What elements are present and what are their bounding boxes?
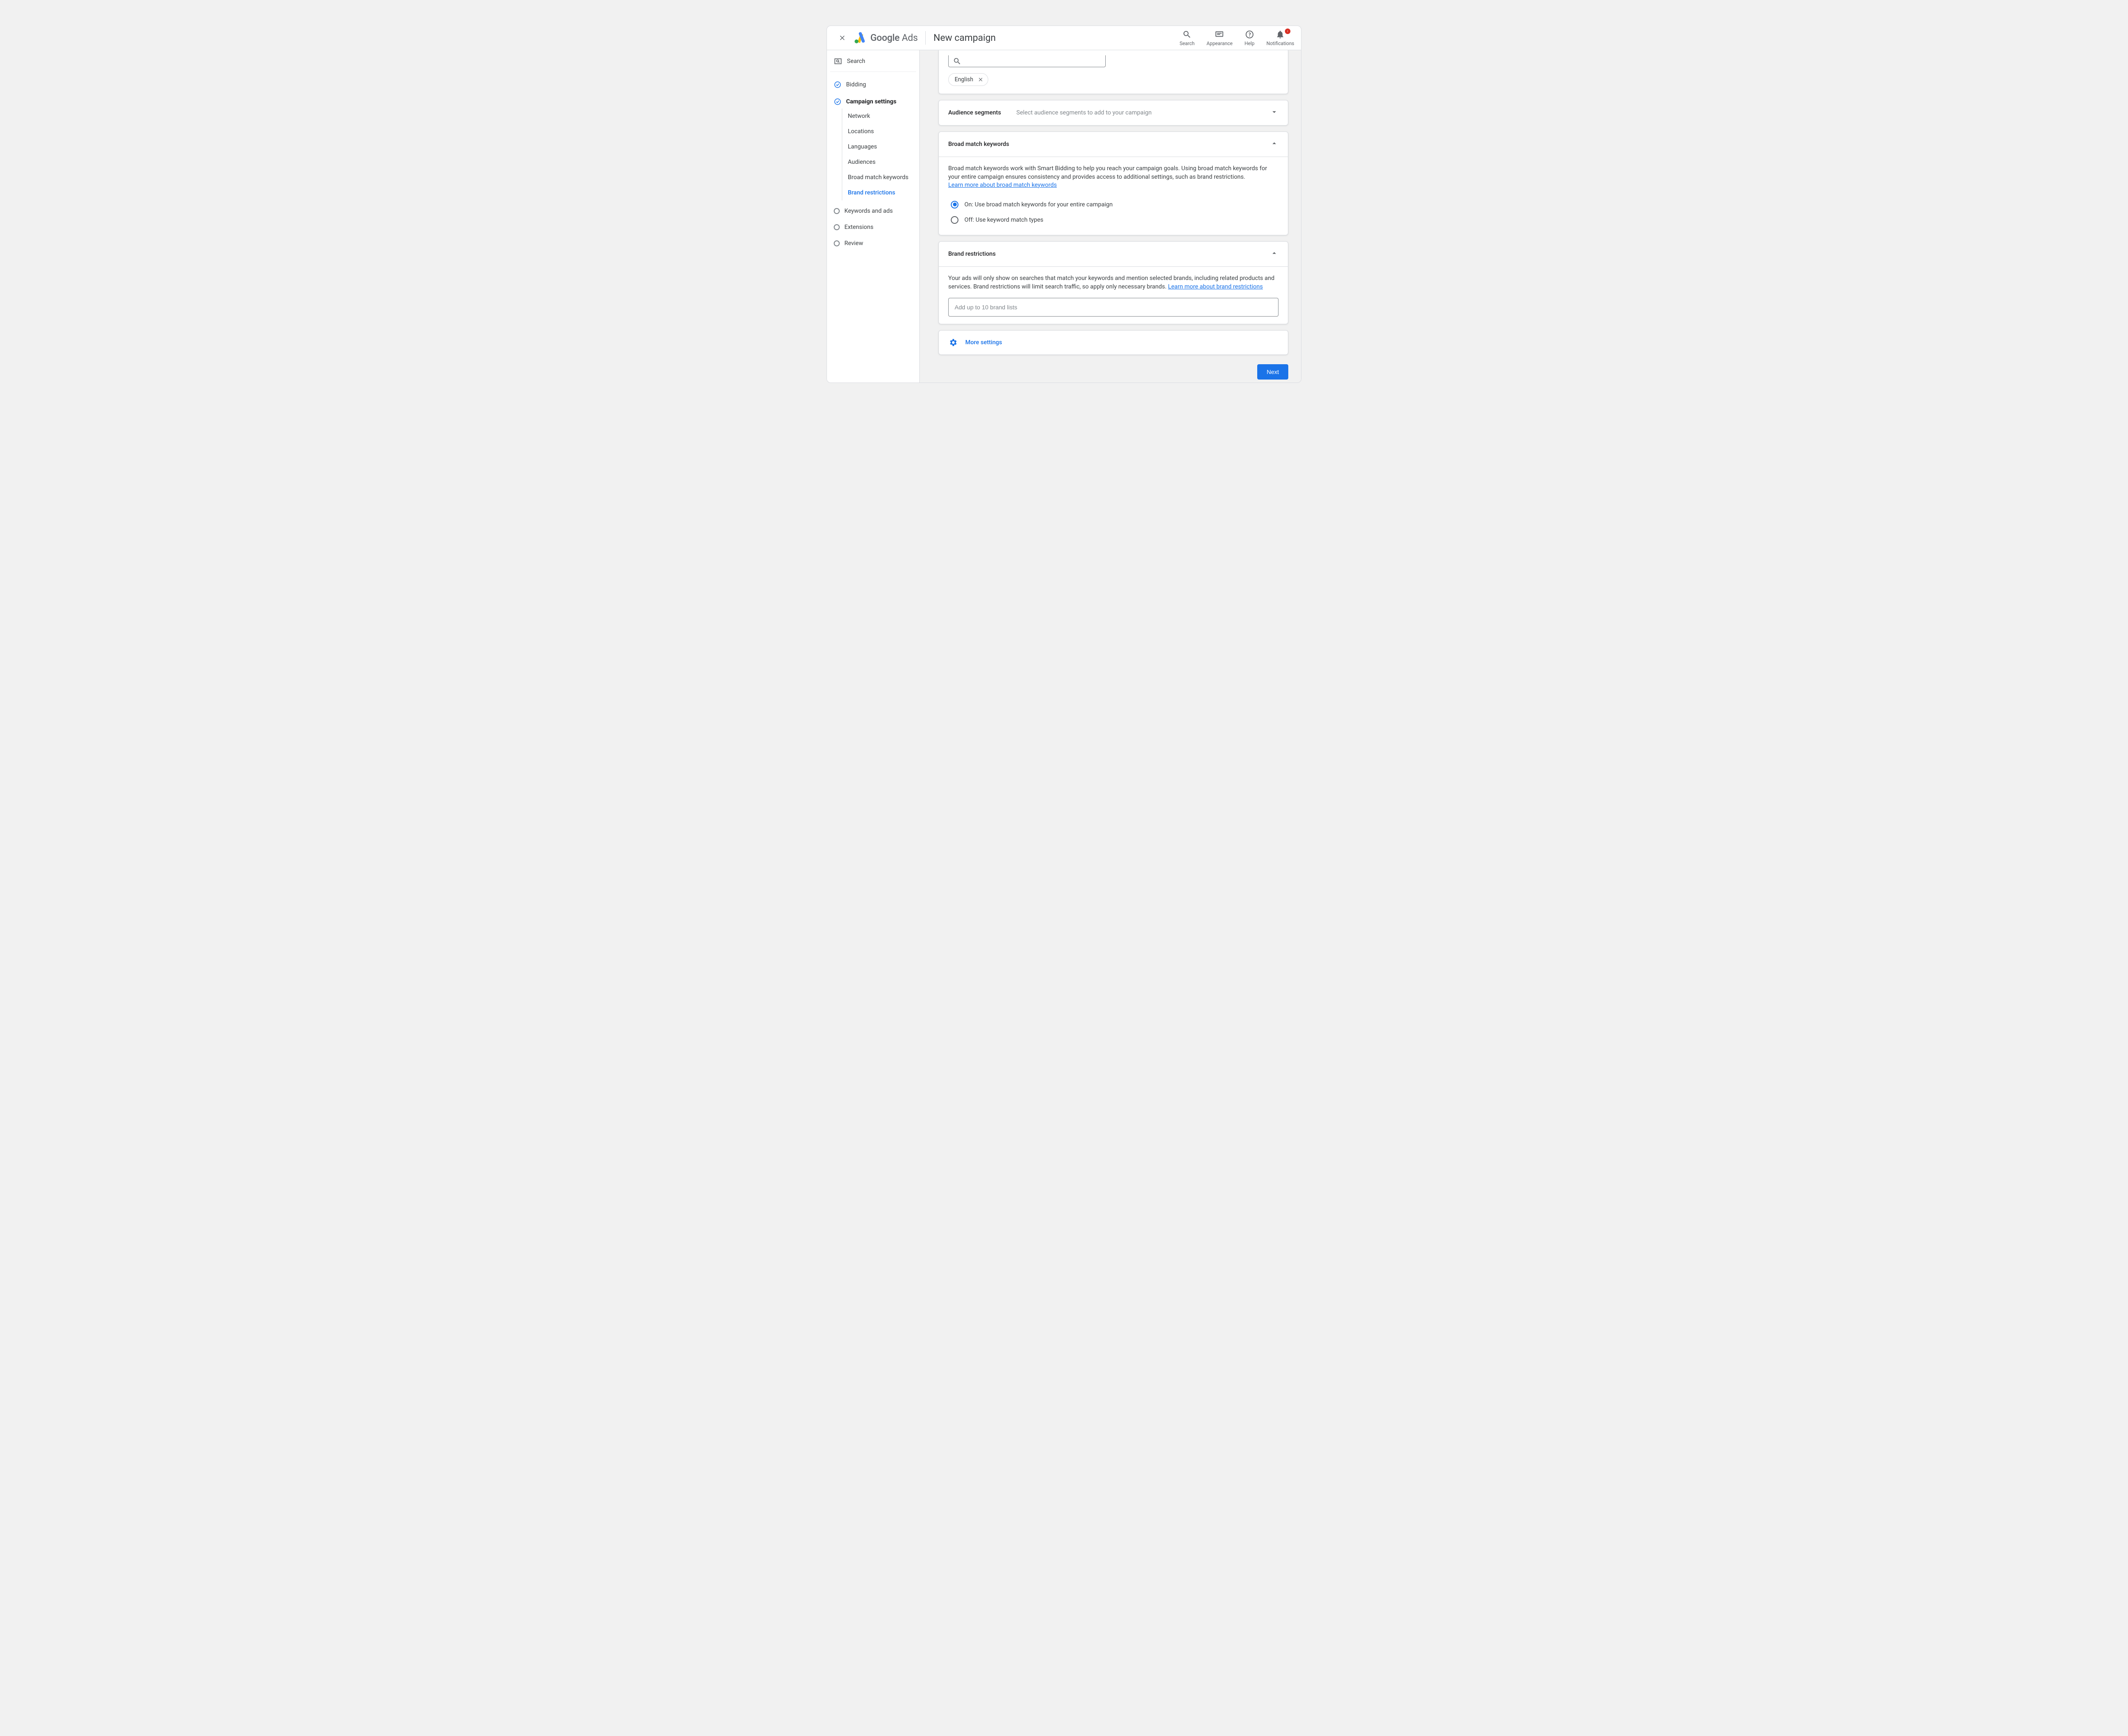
main-content[interactable]: English Audience segments Select audienc… bbox=[920, 50, 1301, 383]
chevron-up-icon bbox=[1270, 249, 1279, 259]
header-help-label: Help bbox=[1244, 40, 1255, 46]
radio-broad-match-off[interactable]: Off: Use keyword match types bbox=[948, 212, 1279, 228]
footer: Next bbox=[938, 364, 1288, 380]
subnav-brand-restrictions[interactable]: Brand restrictions bbox=[842, 185, 916, 200]
panel-title: Audience segments bbox=[948, 109, 1016, 116]
campaign-settings-subnav: Network Locations Languages Audiences Br… bbox=[842, 108, 916, 200]
empty-step-icon bbox=[834, 240, 840, 246]
chip-label: English bbox=[955, 76, 973, 83]
broad-match-panel: Broad match keywords Broad match keyword… bbox=[938, 131, 1288, 235]
more-settings-button[interactable]: More settings bbox=[939, 331, 1288, 354]
more-settings-panel: More settings bbox=[938, 330, 1288, 355]
header-notifications[interactable]: Notifications bbox=[1267, 30, 1294, 46]
broad-match-radio-group: On: Use broad match keywords for your en… bbox=[948, 197, 1279, 228]
language-chip-english[interactable]: English bbox=[948, 73, 988, 86]
page-title: New campaign bbox=[933, 33, 995, 43]
panel-title: Brand restrictions bbox=[948, 251, 1016, 257]
step-campaign-settings-label: Campaign settings bbox=[846, 98, 896, 105]
audience-segments-panel: Audience segments Select audience segmen… bbox=[938, 100, 1288, 126]
subnav-locations[interactable]: Locations bbox=[842, 124, 916, 139]
step-extensions-label: Extensions bbox=[844, 224, 873, 231]
help-icon bbox=[1245, 30, 1254, 39]
app-frame: Google Ads New campaign Search Appearanc… bbox=[827, 26, 1301, 383]
audience-segments-header[interactable]: Audience segments Select audience segmen… bbox=[939, 100, 1288, 125]
empty-step-icon bbox=[834, 224, 840, 230]
header-divider bbox=[925, 31, 926, 45]
subnav-audiences[interactable]: Audiences bbox=[842, 154, 916, 170]
step-keywords-ads[interactable]: Keywords and ads bbox=[830, 203, 916, 219]
close-icon[interactable] bbox=[978, 77, 984, 83]
brand-restrictions-panel: Brand restrictions Your ads will only sh… bbox=[938, 241, 1288, 325]
broad-match-body: Broad match keywords work with Smart Bid… bbox=[939, 157, 1288, 235]
brand-bold: Google bbox=[870, 33, 900, 43]
next-button[interactable]: Next bbox=[1257, 364, 1288, 380]
broad-match-learn-more-link[interactable]: Learn more about broad match keywords bbox=[948, 182, 1057, 188]
check-circle-icon bbox=[834, 98, 841, 106]
step-review-label: Review bbox=[844, 240, 863, 247]
close-icon bbox=[838, 34, 846, 42]
broad-match-description: Broad match keywords work with Smart Bid… bbox=[948, 164, 1279, 182]
sidebar-search-label: Search bbox=[847, 58, 865, 65]
sidebar-search[interactable]: Search bbox=[830, 56, 916, 72]
radio-label: Off: Use keyword match types bbox=[964, 217, 1044, 223]
header-notifications-label: Notifications bbox=[1267, 40, 1294, 46]
step-review[interactable]: Review bbox=[830, 235, 916, 251]
header-search-label: Search bbox=[1180, 40, 1195, 46]
panel-hint: Select audience segments to add to your … bbox=[1016, 109, 1152, 116]
header-appearance-label: Appearance bbox=[1207, 40, 1233, 46]
panel-title: Broad match keywords bbox=[948, 141, 1016, 148]
sidebar: Search Bidding Campaign settings Network… bbox=[827, 50, 920, 383]
search-icon bbox=[953, 57, 961, 66]
brand-restrictions-header[interactable]: Brand restrictions bbox=[939, 242, 1288, 266]
body: Search Bidding Campaign settings Network… bbox=[827, 50, 1301, 383]
radio-broad-match-on[interactable]: On: Use broad match keywords for your en… bbox=[948, 197, 1279, 212]
close-button[interactable] bbox=[834, 29, 851, 46]
header-left: Google Ads New campaign bbox=[834, 29, 996, 46]
google-ads-logo bbox=[853, 31, 866, 44]
pageview-icon bbox=[834, 57, 842, 66]
step-campaign-settings[interactable]: Campaign settings bbox=[830, 93, 916, 110]
language-search-input[interactable] bbox=[948, 55, 1106, 67]
subnav-broad-match[interactable]: Broad match keywords bbox=[842, 170, 916, 185]
search-icon bbox=[1182, 30, 1192, 39]
subnav-network[interactable]: Network bbox=[842, 108, 916, 124]
radio-selected-icon bbox=[951, 201, 958, 208]
notification-alert-badge bbox=[1285, 29, 1290, 34]
step-extensions[interactable]: Extensions bbox=[830, 219, 916, 235]
broad-match-header[interactable]: Broad match keywords bbox=[939, 132, 1288, 157]
header-help[interactable]: Help bbox=[1244, 30, 1255, 46]
header-appearance[interactable]: Appearance bbox=[1207, 30, 1233, 46]
appearance-icon bbox=[1215, 30, 1224, 39]
step-keywords-ads-label: Keywords and ads bbox=[844, 208, 893, 214]
check-circle-icon bbox=[834, 81, 841, 89]
bell-icon bbox=[1276, 30, 1285, 39]
more-settings-label: More settings bbox=[965, 339, 1002, 346]
header-actions: Search Appearance Help Notifications bbox=[1180, 30, 1294, 46]
subnav-languages[interactable]: Languages bbox=[842, 139, 916, 154]
step-bidding-label: Bidding bbox=[846, 81, 866, 88]
brand-restrictions-body: Your ads will only show on searches that… bbox=[939, 266, 1288, 324]
step-bidding[interactable]: Bidding bbox=[830, 76, 916, 93]
alert-icon bbox=[1286, 29, 1290, 33]
radio-unselected-icon bbox=[951, 216, 958, 224]
gear-icon bbox=[948, 338, 958, 347]
languages-card: English bbox=[938, 50, 1288, 94]
empty-step-icon bbox=[834, 208, 840, 214]
brand-restrictions-learn-more-link[interactable]: Learn more about brand restrictions bbox=[1168, 283, 1263, 290]
brand-lists-input[interactable] bbox=[948, 298, 1279, 317]
radio-label: On: Use broad match keywords for your en… bbox=[964, 201, 1113, 208]
brand-light: Ads bbox=[902, 33, 918, 43]
header: Google Ads New campaign Search Appearanc… bbox=[827, 26, 1301, 50]
header-search[interactable]: Search bbox=[1180, 30, 1195, 46]
brand-text: Google Ads bbox=[870, 33, 918, 43]
chevron-up-icon bbox=[1270, 139, 1279, 149]
chevron-down-icon bbox=[1270, 108, 1279, 118]
